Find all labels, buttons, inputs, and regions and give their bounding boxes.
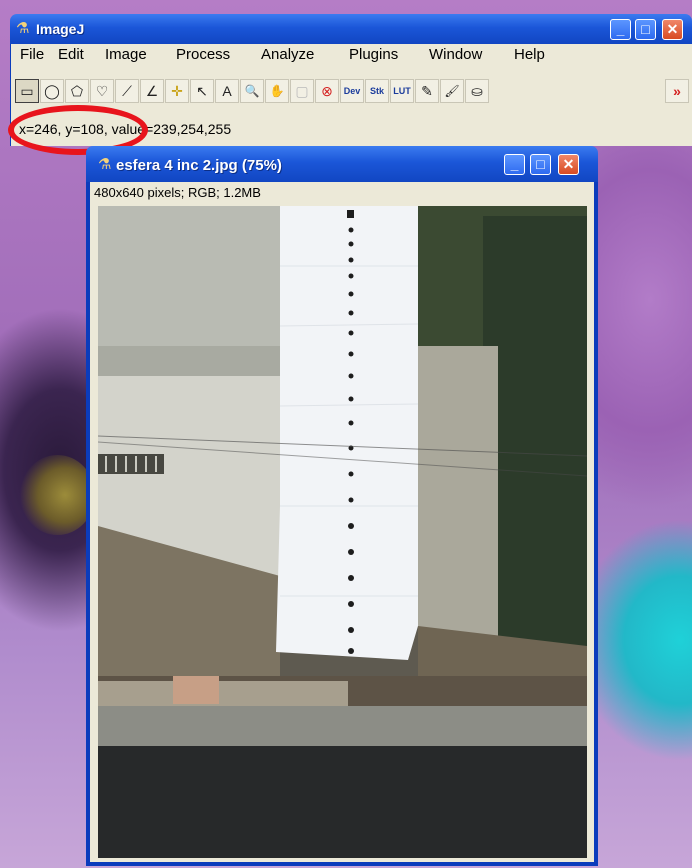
close-circle-icon[interactable]: ⊗ — [315, 79, 339, 103]
stk-menu-icon[interactable]: Stk — [365, 79, 389, 103]
imagej-app-icon: ⚗ — [16, 20, 30, 37]
menu-image[interactable]: Image — [105, 46, 147, 63]
minimize-icon: _ — [510, 156, 519, 172]
menu-bar: File Edit Image Process Analyze Plugins … — [10, 44, 692, 66]
more-tools-icon[interactable]: » — [665, 79, 689, 103]
menu-plugins[interactable]: Plugins — [349, 46, 398, 63]
image-window-app-icon: ⚗ — [98, 156, 112, 173]
status-bar: x=246, y=108, value=239,254,255 — [8, 105, 692, 155]
imagej-window-title: ImageJ — [36, 21, 85, 37]
polygon-tool-icon[interactable]: ⬠ — [65, 79, 89, 103]
maximize-button[interactable]: □ — [635, 19, 656, 40]
flood-fill-tool-icon[interactable]: ⛀ — [465, 79, 489, 103]
close-button[interactable]: ✕ — [662, 19, 683, 40]
image-minimize-button[interactable]: _ — [504, 154, 525, 175]
brush-tool-icon[interactable]: 🖌 — [440, 79, 464, 103]
close-icon: ✕ — [666, 21, 679, 37]
image-window-title: esfera 4 inc 2.jpg (75%) — [116, 157, 282, 174]
wand-tool-icon[interactable]: ↖ — [190, 79, 214, 103]
point-tool-icon[interactable]: ✛ — [165, 79, 189, 103]
image-canvas[interactable] — [98, 206, 587, 858]
close-icon: ✕ — [562, 156, 575, 172]
menu-process[interactable]: Process — [176, 46, 230, 63]
minimize-icon: _ — [616, 21, 625, 37]
dev-menu-icon[interactable]: Dev — [340, 79, 364, 103]
imagej-titlebar[interactable]: ⚗ ImageJ _ □ ✕ — [10, 14, 692, 44]
oval-tool-icon[interactable]: ◯ — [40, 79, 64, 103]
lut-menu-icon[interactable]: LUT — [390, 79, 414, 103]
freehand-tool-icon[interactable]: ♡ — [90, 79, 114, 103]
image-info-text: 480x640 pixels; RGB; 1.2MB — [94, 185, 261, 200]
text-tool-icon[interactable]: A — [215, 79, 239, 103]
menu-help[interactable]: Help — [514, 46, 545, 63]
imagej-main-window: ⚗ ImageJ _ □ ✕ File Edit Image Process A… — [8, 14, 692, 155]
image-window: ⚗ esfera 4 inc 2.jpg (75%) _ □ ✕ 480x640… — [86, 146, 598, 866]
tool-bar: ▭ ◯ ⬠ ♡ ⟋ ∠ ✛ ↖ A 🔍 ✋ ▢ ⊗ Dev Stk LUT ✎ … — [10, 66, 692, 112]
menu-analyze[interactable]: Analyze — [261, 46, 314, 63]
line-tool-icon[interactable]: ⟋ — [115, 79, 139, 103]
image-info-strip: 480x640 pixels; RGB; 1.2MB — [90, 182, 594, 202]
hand-tool-icon[interactable]: ✋ — [265, 79, 289, 103]
pencil-tool-icon[interactable]: ✎ — [415, 79, 439, 103]
angle-tool-icon[interactable]: ∠ — [140, 79, 164, 103]
image-close-button[interactable]: ✕ — [558, 154, 579, 175]
menu-window[interactable]: Window — [429, 46, 482, 63]
maximize-icon: □ — [536, 156, 545, 172]
minimize-button[interactable]: _ — [610, 19, 631, 40]
image-window-titlebar[interactable]: ⚗ esfera 4 inc 2.jpg (75%) _ □ ✕ — [86, 146, 598, 182]
magnifier-tool-icon[interactable]: 🔍 — [240, 79, 264, 103]
dropper-tool-icon[interactable]: ▢ — [290, 79, 314, 103]
menu-file[interactable]: File — [20, 46, 44, 63]
rectangle-tool-icon[interactable]: ▭ — [15, 79, 39, 103]
maximize-icon: □ — [641, 21, 650, 37]
wallpaper-flower — [20, 455, 95, 535]
menu-edit[interactable]: Edit — [58, 46, 84, 63]
image-maximize-button[interactable]: □ — [530, 154, 551, 175]
